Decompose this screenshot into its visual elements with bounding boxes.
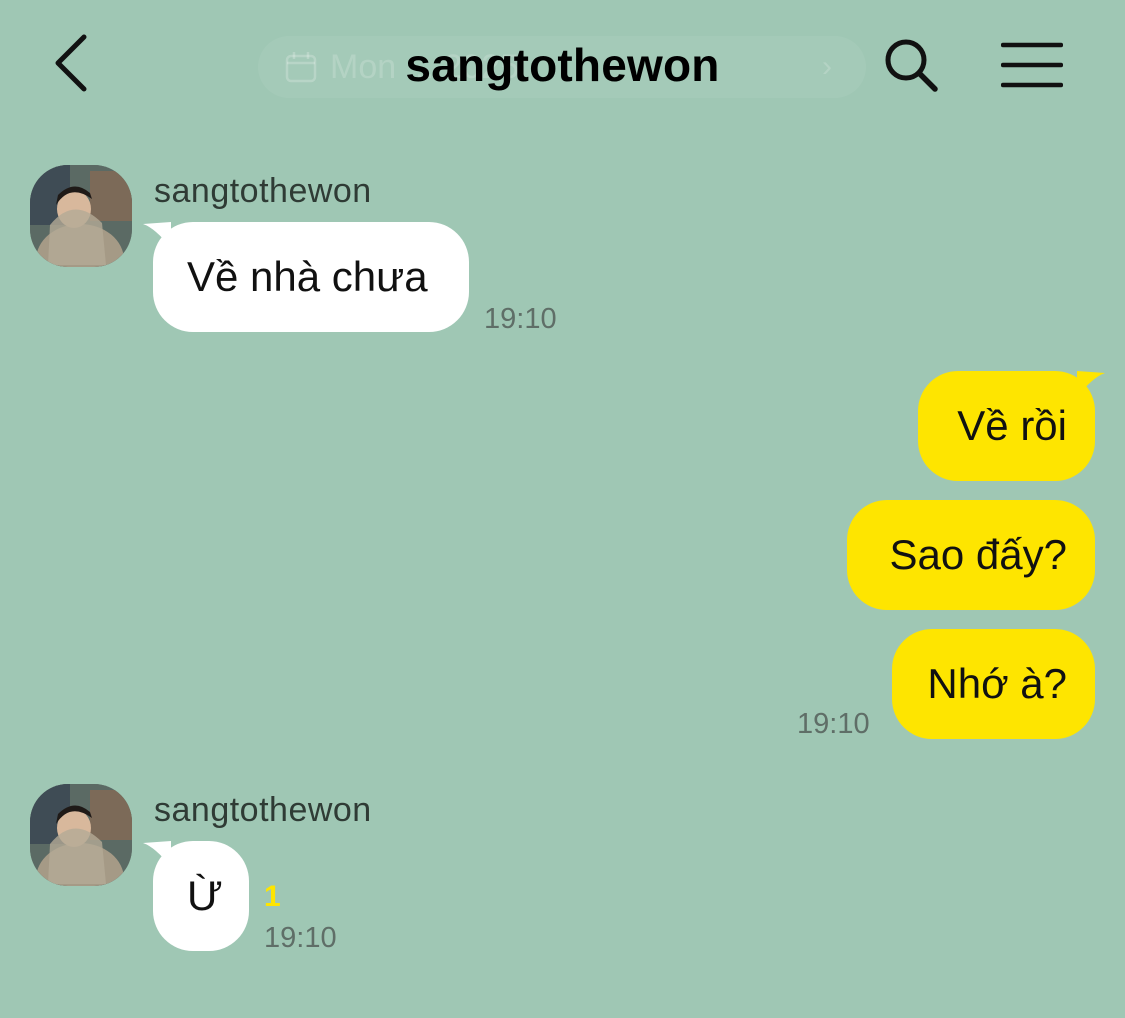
chat-header: Mon ... 2025 › sangtothewon xyxy=(0,0,1125,140)
menu-button[interactable] xyxy=(996,32,1068,98)
message-bubble[interactable]: Về rồi xyxy=(918,371,1105,481)
unread-count: 1 xyxy=(264,880,281,913)
message-text: Về nhà chưa xyxy=(187,253,428,300)
sender-name: sangtothewon xyxy=(154,791,372,829)
bubble-tail xyxy=(143,841,171,867)
avatar-photo xyxy=(30,784,132,886)
message-text: Ừ xyxy=(187,872,223,919)
message-text: Nhớ à? xyxy=(927,660,1067,707)
message-text: Sao đấy? xyxy=(889,531,1067,578)
chat-title: sangtothewon xyxy=(405,39,720,91)
sender-name: sangtothewon xyxy=(154,172,372,210)
bubble-tail xyxy=(143,222,171,248)
message-time: 19:10 xyxy=(797,708,870,740)
avatar[interactable] xyxy=(30,165,132,267)
avatar-photo xyxy=(30,165,132,267)
search-icon xyxy=(885,39,938,92)
hamburger-menu-icon xyxy=(1001,42,1063,88)
avatar[interactable] xyxy=(30,784,132,886)
message-bubble[interactable]: Nhớ à? xyxy=(892,629,1095,739)
message-time: 19:10 xyxy=(484,303,557,335)
message-text: Về rồi xyxy=(957,402,1067,449)
message-time: 19:10 xyxy=(264,922,337,954)
bubble-tail xyxy=(1077,371,1105,397)
message-bubble[interactable]: Ừ xyxy=(143,841,249,951)
message-bubble[interactable]: Sao đấy? xyxy=(847,500,1095,610)
message-bubble[interactable]: Về nhà chưa xyxy=(143,222,469,332)
search-button[interactable] xyxy=(878,32,944,98)
